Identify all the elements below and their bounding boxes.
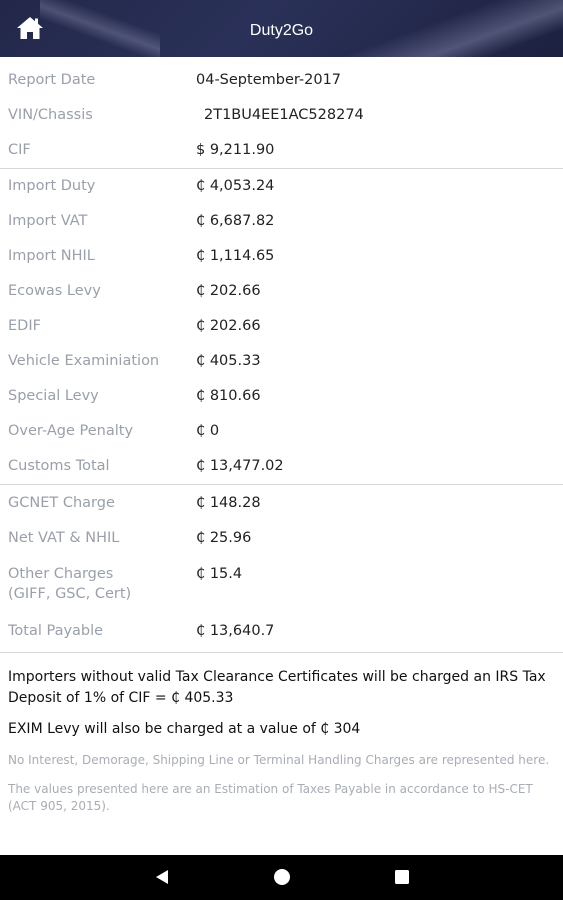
row-label: EDIF bbox=[8, 318, 41, 334]
duty-breakdown: Report Date 04-September-2017 VIN/Chassi… bbox=[0, 63, 563, 653]
row-over-age-penalty: Over-Age Penalty ₵ 0 bbox=[0, 414, 563, 449]
row-label: Customs Total bbox=[8, 458, 110, 474]
row-label: Ecowas Levy bbox=[8, 283, 101, 299]
section-divider bbox=[0, 484, 563, 485]
row-gcnet-charge: GCNET Charge ₵ 148.28 bbox=[0, 486, 563, 521]
row-label: Over-Age Penalty bbox=[8, 423, 134, 439]
row-vehicle-examination: Vehicle Examiniation ₵ 405.33 bbox=[0, 344, 563, 379]
row-other-charges: Other Charges (GIFF, GSC, Cert) ₵ 15.4 bbox=[0, 556, 563, 614]
row-value: $ 9,211.90 bbox=[196, 142, 275, 158]
row-net-vat-nhil: Net VAT & NHIL ₵ 25.96 bbox=[0, 521, 563, 556]
row-label-line2: (GIFF, GSC, Cert) bbox=[8, 586, 132, 602]
row-value: ₵ 1,114.65 bbox=[196, 248, 275, 264]
row-cif: CIF $ 9,211.90 bbox=[0, 133, 563, 168]
irs-tax-note: Importers without valid Tax Clearance Ce… bbox=[8, 669, 546, 706]
system-navigation-bar bbox=[0, 855, 563, 900]
row-value: ₵ 0 bbox=[196, 423, 220, 439]
row-import-nhil: Import NHIL ₵ 1,114.65 bbox=[0, 239, 563, 274]
row-value: ₵ 148.28 bbox=[196, 495, 261, 511]
row-import-vat: Import VAT ₵ 6,687.82 bbox=[0, 204, 563, 239]
row-value: ₵ 25.96 bbox=[196, 530, 252, 546]
row-label: Other Charges (GIFF, GSC, Cert) bbox=[8, 564, 131, 604]
row-edif: EDIF ₵ 202.66 bbox=[0, 309, 563, 344]
row-value: ₵ 15.4 bbox=[196, 566, 243, 582]
row-value: 2T1BU4EE1AC528274 bbox=[204, 107, 364, 123]
row-value: 04-September-2017 bbox=[196, 72, 342, 88]
row-value: ₵ 810.66 bbox=[196, 388, 261, 404]
disclaimer-estimation: The values presented here are an Estimat… bbox=[8, 782, 533, 813]
back-triangle-icon[interactable] bbox=[153, 868, 171, 886]
row-value: ₵ 202.66 bbox=[196, 318, 261, 334]
row-vin: VIN/Chassis 2T1BU4EE1AC528274 bbox=[0, 98, 563, 133]
row-label: VIN/Chassis bbox=[8, 107, 93, 123]
row-special-levy: Special Levy ₵ 810.66 bbox=[0, 379, 563, 414]
recents-square-icon[interactable] bbox=[394, 869, 410, 885]
row-ecowas-levy: Ecowas Levy ₵ 202.66 bbox=[0, 274, 563, 309]
row-value: ₵ 202.66 bbox=[196, 283, 261, 299]
row-report-date: Report Date 04-September-2017 bbox=[0, 63, 563, 98]
notes-section: Importers without valid Tax Clearance Ce… bbox=[8, 667, 553, 827]
row-label: Total Payable bbox=[8, 623, 104, 639]
row-label: Report Date bbox=[8, 72, 96, 88]
home-circle-icon[interactable] bbox=[273, 868, 291, 886]
row-label: Import Duty bbox=[8, 178, 96, 194]
disclaimer-charges: No Interest, Demorage, Shipping Line or … bbox=[8, 753, 550, 767]
row-value: ₵ 4,053.24 bbox=[196, 178, 275, 194]
row-label: Vehicle Examiniation bbox=[8, 353, 160, 369]
row-value: ₵ 13,477.02 bbox=[196, 458, 284, 474]
row-import-duty: Import Duty ₵ 4,053.24 bbox=[0, 169, 563, 204]
row-label: Import VAT bbox=[8, 213, 88, 229]
row-customs-total: Customs Total ₵ 13,477.02 bbox=[0, 449, 563, 484]
app-header: Duty2Go bbox=[0, 0, 563, 57]
row-label: Import NHIL bbox=[8, 248, 95, 264]
row-value: ₵ 13,640.7 bbox=[196, 623, 275, 639]
row-label: Net VAT & NHIL bbox=[8, 530, 120, 546]
row-label: Special Levy bbox=[8, 388, 99, 404]
row-total-payable: Total Payable ₵ 13,640.7 bbox=[0, 614, 563, 649]
section-divider bbox=[0, 652, 563, 653]
row-value: ₵ 405.33 bbox=[196, 353, 261, 369]
row-label-line1: Other Charges bbox=[8, 566, 114, 582]
exim-levy-note: EXIM Levy will also be charged at a valu… bbox=[8, 721, 361, 737]
row-value: ₵ 6,687.82 bbox=[196, 213, 275, 229]
row-label: GCNET Charge bbox=[8, 495, 115, 511]
app-title: Duty2Go bbox=[249, 22, 314, 39]
row-label: CIF bbox=[8, 142, 31, 158]
